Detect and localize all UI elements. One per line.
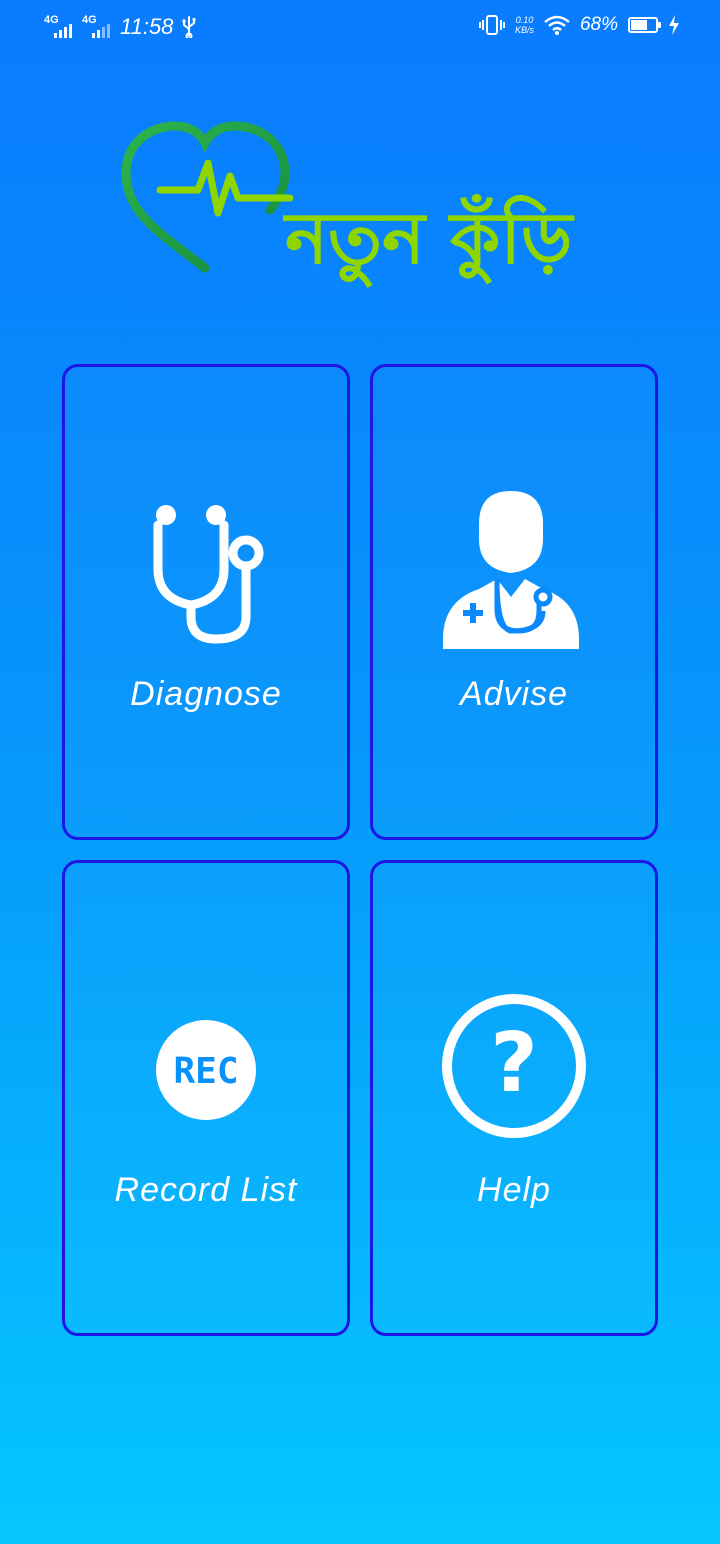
network-speed-value: 0.10: [515, 15, 534, 25]
vibrate-icon: [478, 15, 505, 35]
help-label: Help: [477, 1171, 551, 1209]
rec-icon: REC: [156, 1020, 256, 1120]
logo-text: নতুন কুঁড়ি: [282, 193, 575, 288]
advise-label: Advise: [459, 675, 569, 713]
help-icon: ?: [442, 994, 586, 1138]
status-bar-left: 4G 4G 11:58: [44, 14, 197, 40]
app-logo: নতুন কুঁড়ি: [120, 118, 600, 293]
wifi-icon: [544, 15, 570, 35]
record-list-button[interactable]: REC Record List: [62, 860, 350, 1336]
network-speed: 0.10 KB/s: [515, 15, 534, 35]
doctor-icon: [443, 491, 579, 649]
record-list-label: Record List: [114, 1171, 298, 1209]
help-button[interactable]: ? Help: [370, 860, 658, 1336]
signal-icon-sim1: 4G: [44, 14, 74, 40]
advise-button[interactable]: Advise: [370, 364, 658, 840]
signal-icon-sim2: 4G: [82, 14, 112, 40]
network-speed-unit: KB/s: [514, 25, 534, 35]
status-bar-right: 0.10 KB/s 68%: [478, 14, 680, 36]
battery-fill: [631, 20, 648, 30]
charging-icon: [669, 15, 679, 35]
diagnose-button[interactable]: Diagnose: [62, 364, 350, 840]
help-icon-text: ?: [490, 1016, 538, 1111]
logo-heart-icon: নতুন কুঁড়ি: [121, 121, 575, 288]
rec-icon-text: REC: [173, 1051, 238, 1092]
stethoscope-icon: [153, 505, 264, 644]
clock: 11:58: [120, 14, 174, 39]
status-bar: 4G 4G 11:58 0.10 KB/s 68%: [0, 0, 720, 56]
usb-icon: [182, 16, 197, 38]
diagnose-label: Diagnose: [130, 675, 282, 713]
battery-percent: 68%: [579, 14, 618, 35]
battery-icon: [628, 17, 661, 33]
